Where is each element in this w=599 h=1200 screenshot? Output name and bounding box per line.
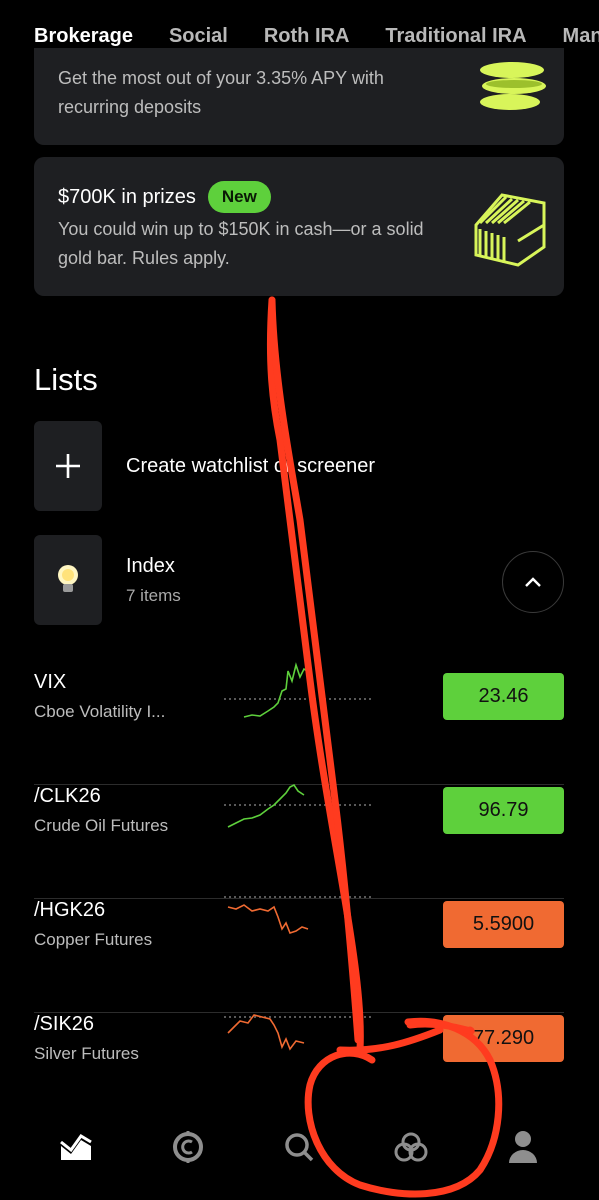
chart-icon — [59, 1134, 92, 1160]
nav-investing[interactable] — [46, 1117, 106, 1177]
quote-row[interactable]: /HGK26 Copper Futures 5.5900 — [34, 896, 564, 1013]
tab-traditional-ira[interactable]: Traditional IRA — [385, 25, 526, 48]
recurring-deposits-card[interactable]: Get the most out of your 3.35% APY with … — [34, 48, 564, 145]
quote-symbol: /CLK26 — [34, 785, 101, 807]
coins-illustration — [480, 62, 546, 110]
gold-bar-illustration — [474, 193, 546, 267]
sparkline-chart — [224, 896, 374, 934]
quote-symbol: /HGK26 — [34, 899, 106, 921]
prizes-text: You could win up to $150K in cash—or a s… — [58, 219, 424, 268]
sparkline-chart — [224, 1014, 374, 1051]
promo-text: Get the most out of your 3.35% APY with … — [58, 68, 384, 117]
quote-symbol: VIX — [34, 671, 67, 693]
price-badge[interactable]: 77.290 — [443, 1015, 564, 1062]
new-badge: New — [207, 181, 271, 213]
bottom-navigation — [0, 1094, 599, 1200]
rings-icon — [394, 1132, 428, 1162]
price-badge[interactable]: 23.46 — [443, 673, 564, 720]
prizes-title: $700K in prizes — [58, 185, 196, 208]
nav-rings[interactable] — [381, 1117, 441, 1177]
chevron-up-icon — [525, 577, 541, 587]
quote-symbol: /SIK26 — [34, 1013, 95, 1035]
search-icon — [285, 1133, 314, 1162]
price-badge[interactable]: 96.79 — [443, 787, 564, 834]
quote-name: Copper Futures — [34, 930, 153, 949]
prizes-card[interactable]: $700K in prizes New You could win up to … — [34, 157, 564, 296]
quote-row[interactable]: /CLK26 Crude Oil Futures 96.79 — [34, 783, 564, 899]
lists-heading: Lists — [34, 362, 98, 397]
tab-managed[interactable]: Man — [563, 25, 599, 48]
price-badge[interactable]: 5.5900 — [443, 901, 564, 948]
quote-name: Silver Futures — [34, 1044, 139, 1063]
quote-name: Crude Oil Futures — [34, 816, 169, 835]
nav-search[interactable] — [269, 1117, 329, 1177]
prizes-title-row: $700K in prizes New — [58, 181, 271, 213]
create-watchlist-row[interactable]: Create watchlist or screener — [34, 421, 375, 511]
crypto-icon — [172, 1131, 203, 1163]
sparkline-chart — [224, 662, 374, 718]
plus-icon — [56, 454, 80, 478]
create-icon-box — [34, 421, 102, 511]
lightbulb-icon — [58, 565, 78, 592]
nav-account[interactable] — [493, 1117, 553, 1177]
collapse-list-button[interactable] — [502, 551, 564, 613]
index-icon-box — [34, 535, 102, 625]
index-list-name: Index — [126, 554, 175, 577]
quote-row[interactable]: VIX Cboe Volatility I... 23.46 — [34, 662, 564, 785]
tab-brokerage[interactable]: Brokerage — [34, 25, 133, 48]
tab-social[interactable]: Social — [169, 25, 228, 48]
profile-icon — [509, 1131, 538, 1163]
create-watchlist-label: Create watchlist or screener — [126, 454, 375, 477]
index-item-count: 7 items — [126, 585, 181, 605]
sparkline-chart — [224, 783, 374, 828]
nav-crypto[interactable] — [158, 1117, 218, 1177]
quote-name: Cboe Volatility I... — [34, 702, 166, 721]
index-list-row[interactable]: Index 7 items — [34, 535, 181, 625]
tab-roth-ira[interactable]: Roth IRA — [264, 25, 350, 48]
